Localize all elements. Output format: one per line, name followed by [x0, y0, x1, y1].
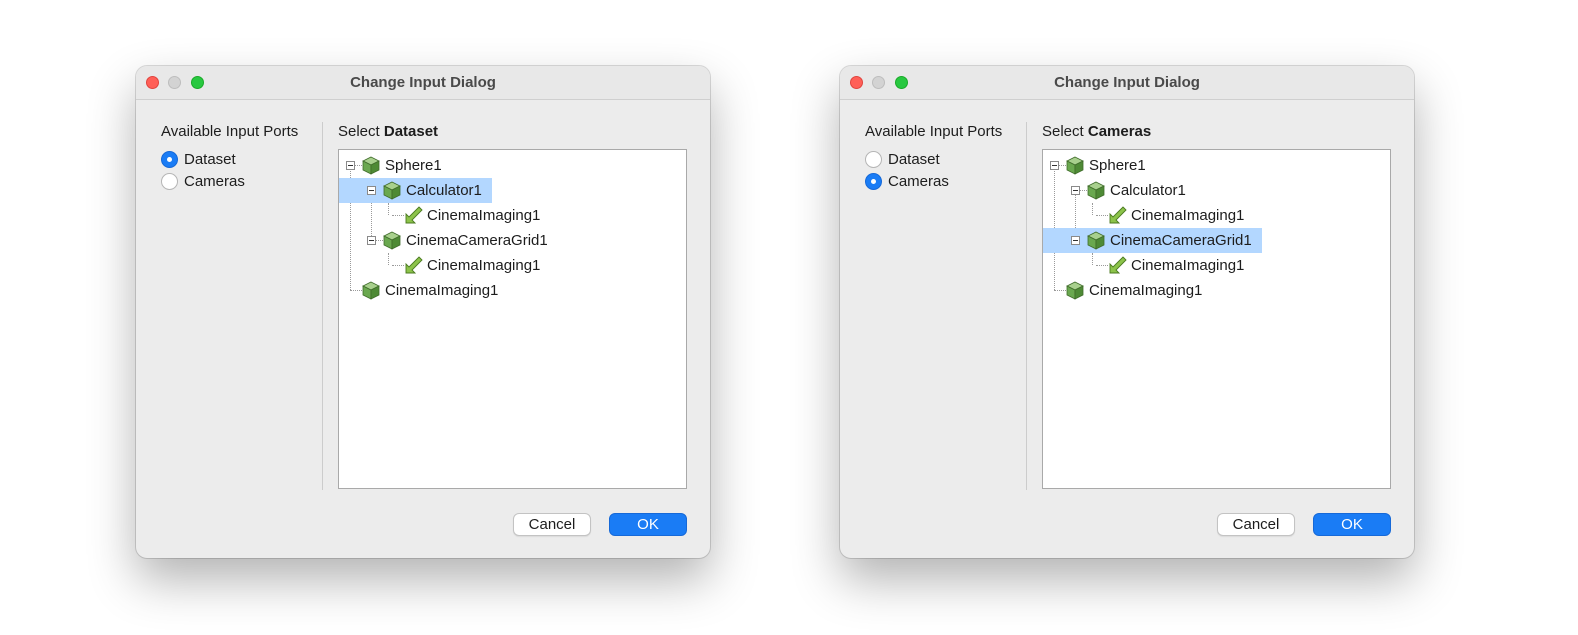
cube-icon — [1065, 156, 1085, 175]
tree-item-label: Calculator1 — [1110, 182, 1186, 199]
port-radio-dataset[interactable]: Dataset — [865, 150, 940, 168]
tree-guide-line — [388, 253, 389, 265]
port-radio-dataset[interactable]: Dataset — [161, 150, 236, 168]
tree-item-label: CinemaImaging1 — [385, 282, 499, 299]
tree-item-label: CinemaImaging1 — [427, 257, 541, 274]
radio-label: Cameras — [184, 172, 245, 190]
radio-button[interactable] — [865, 172, 882, 190]
arrow-icon — [1107, 256, 1127, 275]
cube-icon — [361, 156, 381, 175]
cancel-button[interactable]: Cancel — [513, 513, 591, 536]
cube-icon — [1086, 231, 1106, 250]
available-input-ports-label: Available Input Ports — [161, 123, 299, 140]
change-input-dialog: Change Input Dialog Available Input Port… — [136, 66, 710, 558]
selected-port-name: Dataset — [383, 123, 439, 140]
cube-icon — [382, 231, 402, 250]
tree-item-label: Sphere1 — [385, 157, 442, 174]
select-prefix: Select — [338, 123, 384, 140]
select-prefix: Select — [1042, 123, 1088, 140]
selected-port-name: Cameras — [1087, 123, 1152, 140]
title-bar[interactable]: Change Input Dialog — [840, 66, 1414, 100]
collapse-toggle-icon[interactable] — [346, 161, 355, 170]
tree-item-label: CinemaImaging1 — [1131, 207, 1245, 224]
title-bar[interactable]: Change Input Dialog — [136, 66, 710, 100]
pane-divider — [1026, 122, 1027, 490]
radio-button[interactable] — [161, 172, 178, 190]
arrow-icon — [403, 206, 423, 225]
tree-item-label: Calculator1 — [406, 182, 482, 199]
tree-item-label: CinemaImaging1 — [1131, 257, 1245, 274]
arrow-icon — [1107, 206, 1127, 225]
ok-button[interactable]: OK — [609, 513, 687, 536]
dialog-title: Change Input Dialog — [350, 74, 496, 91]
available-input-ports-label: Available Input Ports — [865, 123, 1003, 140]
tree-item-label: Sphere1 — [1089, 157, 1146, 174]
change-input-dialog: Change Input Dialog Available Input Port… — [840, 66, 1414, 558]
cube-icon — [361, 281, 381, 300]
collapse-toggle-icon[interactable] — [1050, 161, 1059, 170]
tree-item-label: CinemaCameraGrid1 — [1110, 232, 1252, 249]
cube-icon — [1065, 281, 1085, 300]
port-radio-cameras[interactable]: Cameras — [161, 172, 245, 190]
radio-button[interactable] — [161, 150, 178, 168]
pipeline-tree[interactable]: Sphere1 Calculator1 CinemaImaging1 CinemaCa… — [1042, 149, 1391, 489]
collapse-toggle-icon[interactable] — [1071, 236, 1080, 245]
collapse-toggle-icon[interactable] — [367, 186, 376, 195]
collapse-toggle-icon[interactable] — [1071, 186, 1080, 195]
radio-button[interactable] — [865, 150, 882, 168]
pane-divider — [322, 122, 323, 490]
tree-item-label: CinemaImaging1 — [427, 207, 541, 224]
tree-guide-line — [1092, 203, 1093, 215]
tree-guide-line — [1092, 253, 1093, 265]
radio-label: Cameras — [888, 172, 949, 190]
port-radio-cameras[interactable]: Cameras — [865, 172, 949, 190]
radio-label: Dataset — [184, 150, 236, 168]
pipeline-tree[interactable]: Sphere1 Calculator1 CinemaImaging1 CinemaCa… — [338, 149, 687, 489]
select-port-heading: Select Cameras — [1042, 123, 1151, 140]
arrow-icon — [403, 256, 423, 275]
cube-icon — [1086, 181, 1106, 200]
tree-item-label: CinemaCameraGrid1 — [406, 232, 548, 249]
radio-label: Dataset — [888, 150, 940, 168]
ok-button[interactable]: OK — [1313, 513, 1391, 536]
tree-item-label: CinemaImaging1 — [1089, 282, 1203, 299]
cancel-button[interactable]: Cancel — [1217, 513, 1295, 536]
dialog-title: Change Input Dialog — [1054, 74, 1200, 91]
select-port-heading: Select Dataset — [338, 123, 438, 140]
tree-guide-line — [388, 203, 389, 215]
collapse-toggle-icon[interactable] — [367, 236, 376, 245]
cube-icon — [382, 181, 402, 200]
